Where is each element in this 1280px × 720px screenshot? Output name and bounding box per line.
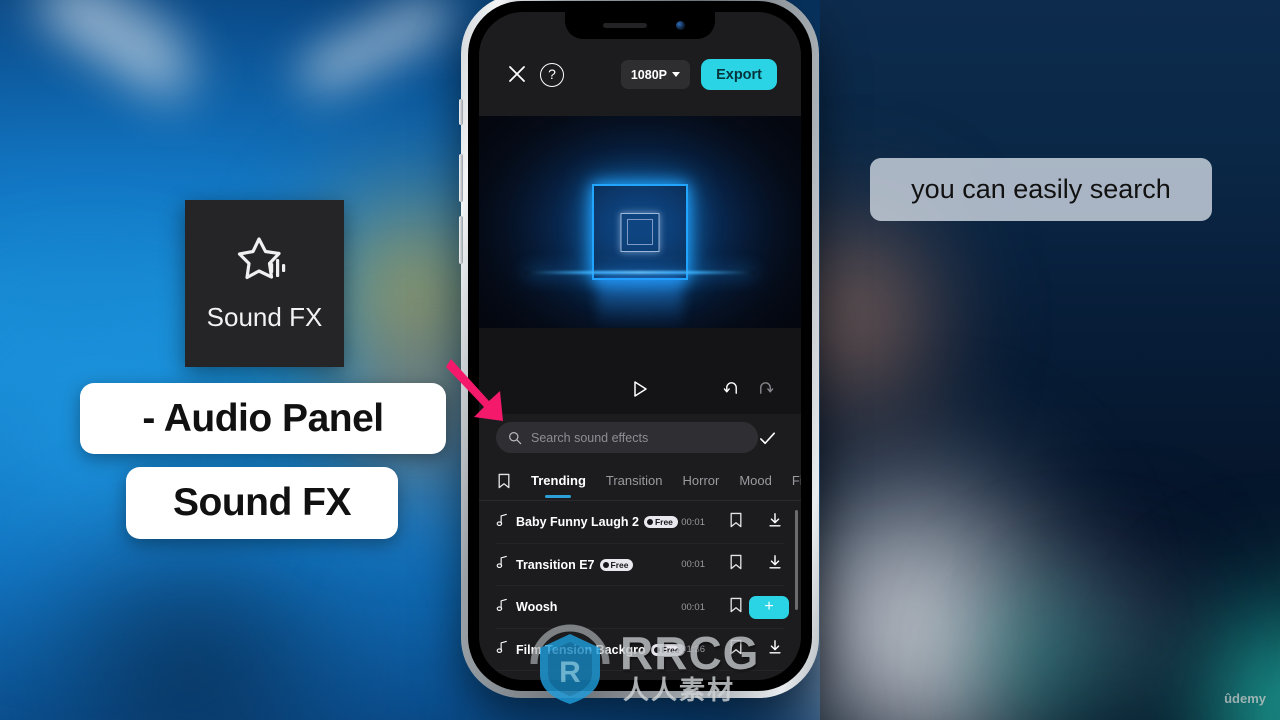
free-badge-label: Free [654,517,673,528]
tab-label: Trending [531,472,586,488]
star-audio-icon [233,235,297,296]
list-scrollbar[interactable] [795,510,798,610]
caption-banner: you can easily search [870,158,1212,221]
bookmark-icon[interactable] [729,554,743,575]
magenta-blur-right [1050,530,1180,690]
music-note-icon [496,555,512,574]
download-icon[interactable] [767,554,783,575]
export-button[interactable]: Export [701,59,777,90]
redo-arrow-icon[interactable] [757,380,774,402]
sound-duration: 00:01 [681,559,705,571]
download-icon[interactable] [767,512,783,533]
add-sound-button[interactable]: + [749,595,789,619]
neon-reflection [597,274,683,328]
download-icon[interactable] [767,639,783,660]
tab-trending[interactable]: Trending [531,472,586,498]
checkmark-icon[interactable] [758,429,777,453]
phone-notch [565,12,715,39]
phone-device: ? 1080P Export Search sound effects Tren… [459,0,819,698]
music-note-icon [496,640,512,659]
free-badge-label: Free [610,559,629,570]
undo-arrow-icon[interactable] [723,380,740,402]
free-badge: Free [599,558,634,571]
sound-title: Baby Funny Laugh 2 [516,515,639,530]
bookmark-icon[interactable] [729,512,743,533]
sound-fx-tile: Sound FX [185,200,344,367]
neon-square-inner [627,219,653,245]
callout-audio-panel: - Audio Panel [80,383,446,454]
volume-down-button[interactable] [459,216,463,264]
mute-switch-button[interactable] [459,99,463,125]
close-x-icon[interactable] [507,64,527,84]
sound-title: Transition E7 [516,557,595,572]
tab-fight[interactable]: Fight [792,473,801,490]
table-row[interactable]: Baby Funny Laugh 2 Free 00:01 [479,501,801,544]
question-circle-icon[interactable]: ? [540,63,564,87]
tab-horror[interactable]: Horror [683,473,720,490]
phone-bezel: ? 1080P Export Search sound effects Tren… [468,1,812,691]
music-note-icon [496,598,512,617]
bookmark-icon[interactable] [729,597,743,618]
rrcg-chinese-text: 人人素材 [623,675,736,705]
sound-fx-tile-label: Sound FX [206,301,323,332]
sound-duration: 00:01 [681,516,705,528]
resolution-selector[interactable]: 1080P [620,60,690,89]
pink-arrow-down-right-icon [443,355,553,445]
callout-sound-fx: Sound FX [126,467,398,539]
phone-screen: ? 1080P Export Search sound effects Tren… [479,12,801,680]
front-camera-icon [676,21,685,30]
export-label: Export [716,66,762,83]
svg-text:R: R [559,656,581,689]
tab-active-underline [545,494,572,498]
video-preview[interactable] [479,116,801,328]
sound-duration: 00:01 [681,601,705,613]
sound-title: Woosh [516,600,558,615]
resolution-label: 1080P [630,67,667,82]
volume-up-button[interactable] [459,154,463,202]
bookmark-icon[interactable] [497,473,511,489]
table-row[interactable]: Transition E7 Free 00:01 [479,544,801,586]
chevron-down-icon [672,72,680,77]
tab-mood[interactable]: Mood [739,473,772,490]
music-note-icon [496,513,512,532]
tab-transition[interactable]: Transition [606,473,663,490]
earpiece-speaker-icon [603,23,647,28]
category-tabs: Trending Transition Horror Mood Fight [479,462,801,500]
udemy-watermark: ûdemy [1224,691,1266,706]
rrcg-watermark: R RRCG 人人素材 [520,620,758,705]
play-triangle-icon[interactable] [631,380,649,403]
free-badge: Free [643,516,678,529]
